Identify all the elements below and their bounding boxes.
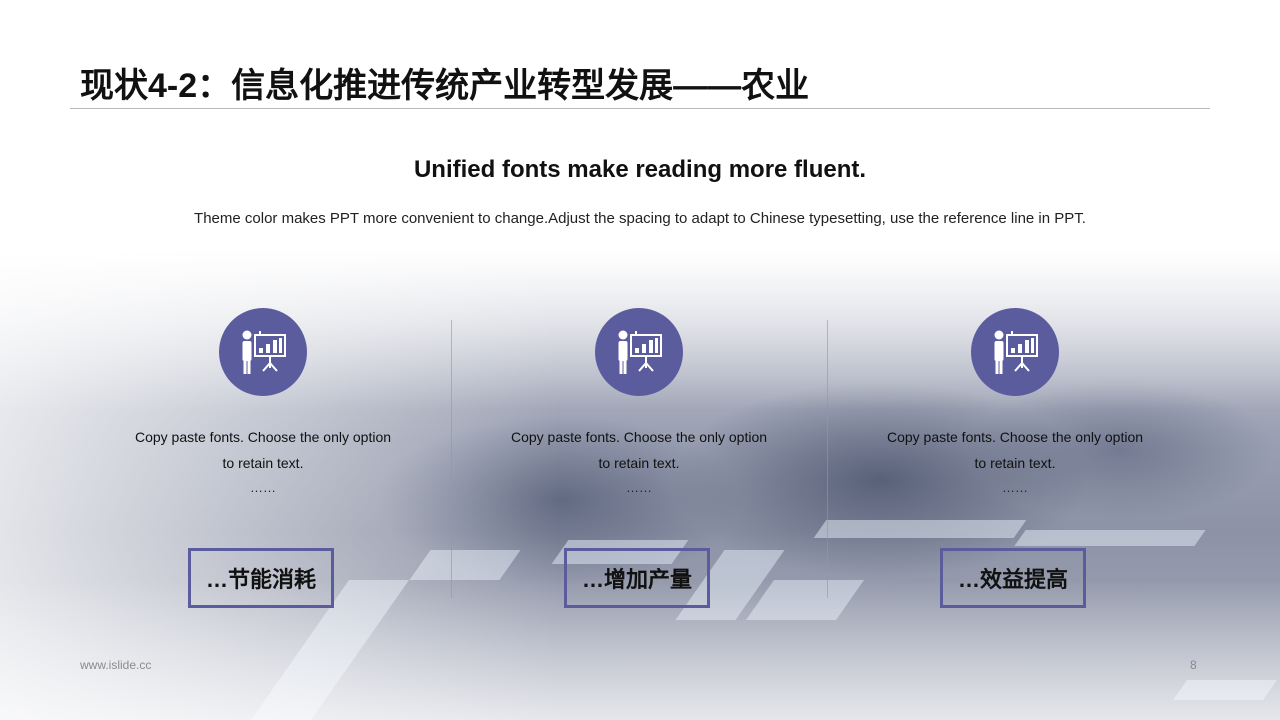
presenter-chart-icon bbox=[595, 308, 683, 396]
presenter-chart-icon bbox=[219, 308, 307, 396]
column-divider-2 bbox=[827, 320, 828, 598]
slide-title: 现状4-2：信息化推进传统产业转型发展——农业 bbox=[80, 67, 810, 105]
page-number: 8 bbox=[1190, 658, 1197, 672]
ellipsis: …… bbox=[250, 480, 276, 495]
column-divider-1 bbox=[451, 320, 452, 598]
ellipsis: …… bbox=[1002, 480, 1028, 495]
feature-tag: …增加产量 bbox=[564, 548, 710, 608]
presenter-chart-icon bbox=[971, 308, 1059, 396]
footer-website: www.islide.cc bbox=[80, 658, 152, 672]
feature-description: Copy paste fonts. Choose the only option… bbox=[510, 429, 768, 471]
subline: Theme color makes PPT more convenient to… bbox=[194, 210, 1086, 227]
ellipsis: …… bbox=[626, 480, 652, 495]
feature-tag: …效益提高 bbox=[940, 548, 1086, 608]
title-underline bbox=[70, 108, 1210, 109]
feature-description: Copy paste fonts. Choose the only option… bbox=[134, 429, 392, 471]
feature-tag: …节能消耗 bbox=[188, 548, 334, 608]
headline: Unified fonts make reading more fluent. bbox=[413, 156, 867, 183]
feature-description: Copy paste fonts. Choose the only option… bbox=[886, 429, 1144, 471]
